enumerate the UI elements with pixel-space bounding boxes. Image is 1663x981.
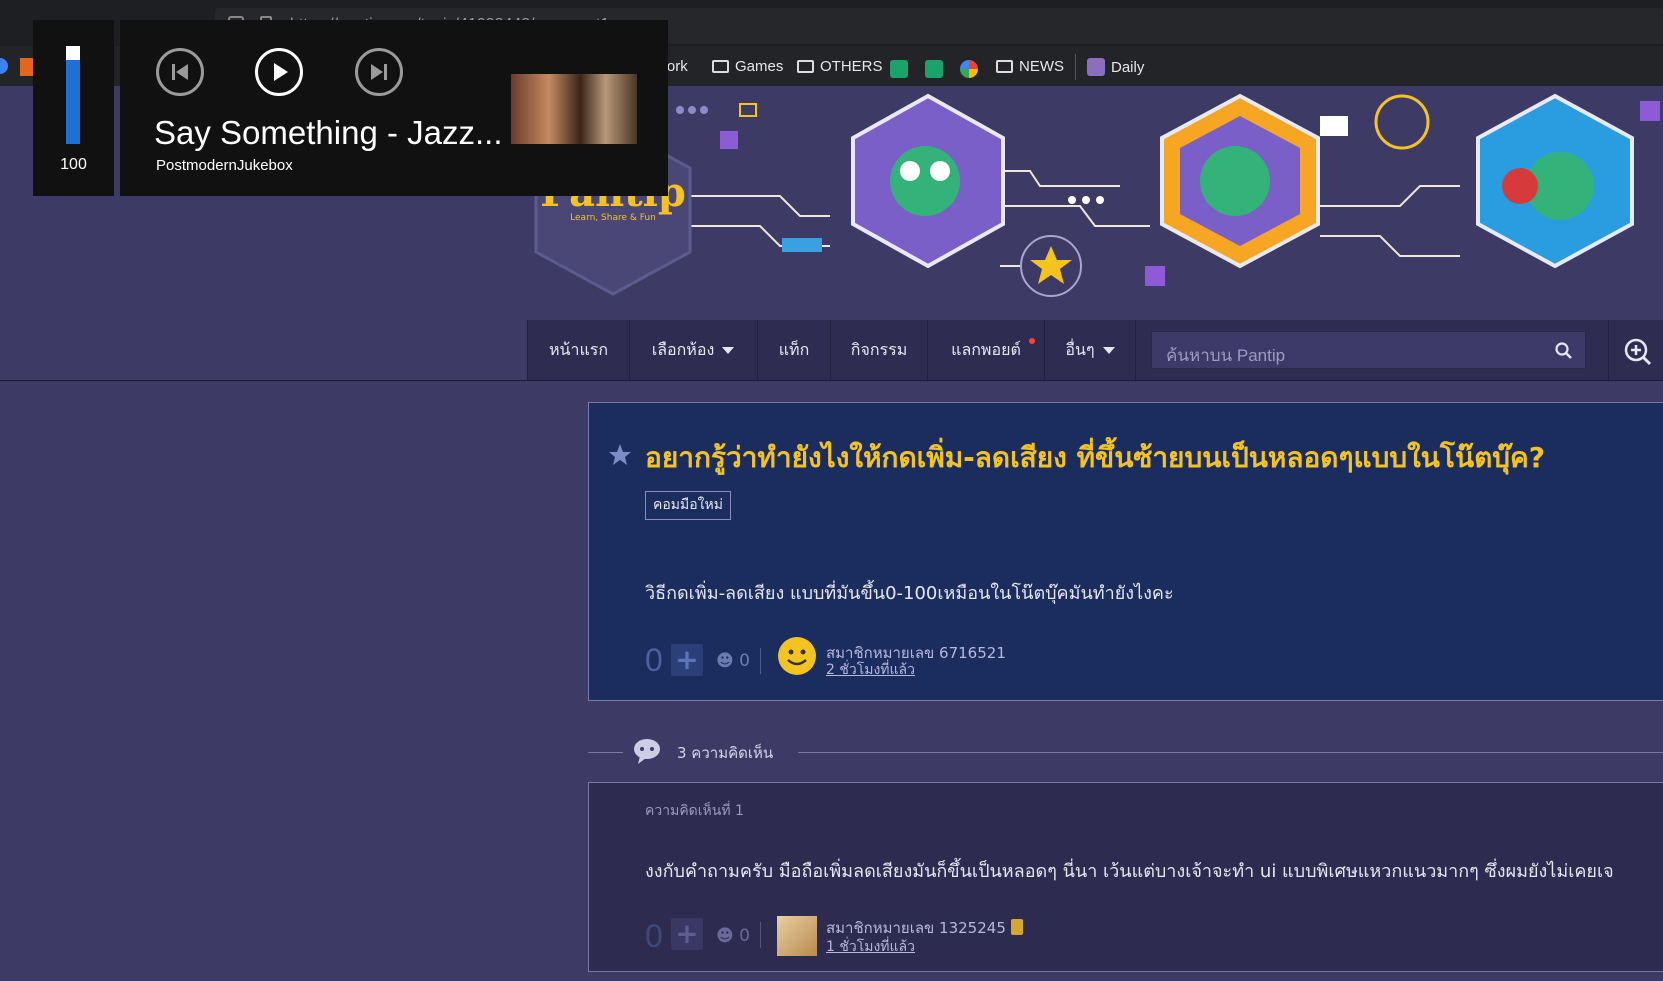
daily-favicon-icon — [1087, 58, 1105, 76]
search-placeholder: ค้นหาบน Pantip — [1166, 346, 1286, 365]
emotion-button[interactable]: ☻ 0 — [716, 926, 750, 946]
bookmark-games[interactable]: Games — [712, 58, 783, 75]
emotion-icon: ☻ — [716, 651, 734, 671]
vote-plus-button[interactable]: + — [671, 644, 703, 676]
comment-time[interactable]: 1 ชั่วโมงที่แล้ว — [826, 936, 915, 958]
nav-choose-room[interactable]: เลือกห้อง — [629, 320, 758, 380]
folder-icon — [996, 60, 1013, 73]
previous-track-button[interactable] — [156, 48, 204, 96]
album-art — [511, 74, 637, 144]
google-icon[interactable] — [960, 60, 978, 78]
avatar-smiley-icon[interactable] — [777, 636, 817, 676]
nav-label: กิจกรรม — [850, 340, 908, 359]
nav-activities[interactable]: กิจกรรม — [831, 320, 928, 380]
bookmark-daily[interactable]: Daily — [1087, 58, 1144, 76]
track-title: Say Something - Jazz... — [154, 114, 503, 151]
nav-home[interactable]: หน้าแรก — [527, 320, 630, 380]
bookmark-favicon-icon[interactable] — [925, 60, 943, 78]
volume-slider-thumb[interactable] — [66, 46, 80, 60]
favorite-star-icon[interactable] — [607, 442, 633, 468]
topic-body: วิธีกดเพิ่ม-ลดเสียง แบบที่มันขึ้น0-100เห… — [645, 583, 1174, 604]
emotion-icon: ☻ — [716, 926, 734, 946]
topic-tag[interactable]: คอมมือใหม่ — [645, 491, 731, 520]
nav-more[interactable]: อื่นๆ — [1045, 320, 1136, 380]
volume-level: 100 — [60, 156, 87, 173]
emotion-button[interactable]: ☻ 0 — [716, 651, 750, 671]
nav-label: แท็ก — [778, 340, 810, 359]
track-artist: PostmodernJukebox — [156, 157, 293, 174]
comments-divider — [798, 752, 1663, 753]
vote-score: 0 — [645, 642, 663, 678]
badge-icon — [1011, 919, 1023, 935]
play-icon — [274, 63, 288, 81]
comment-body: งงกับคำถามครับ มือถือเพิ่มลดเสียงมันก็ขึ… — [645, 861, 1614, 882]
folder-icon — [712, 60, 729, 73]
comments-bubble-icon — [634, 739, 660, 764]
nav-tags[interactable]: แท็ก — [758, 320, 831, 380]
bookmark-favicon-icon[interactable] — [890, 60, 908, 78]
search-icon[interactable] — [1554, 341, 1574, 361]
notification-dot — [1029, 338, 1035, 344]
comments-count: 3 ความคิดเห็น — [677, 744, 774, 762]
bookmark-divider — [1075, 54, 1076, 80]
topic-title: อยากรู้ว่าทำยังไงให้กดเพิ่ม-ลดเสียง ที่ข… — [645, 441, 1546, 474]
nav-redeem-points[interactable]: แลกพอยต์ — [928, 320, 1045, 380]
nav-separator — [1608, 320, 1609, 380]
bookmark-label: OTHERS — [820, 58, 883, 75]
next-track-button[interactable] — [355, 48, 403, 96]
logo-tagline: Learn, Share & Fun — [570, 213, 656, 223]
nav-label: อื่นๆ — [1065, 340, 1095, 359]
bookmark-news[interactable]: NEWS — [996, 58, 1064, 75]
nav-label: หน้าแรก — [548, 340, 609, 359]
nav-label: เลือกห้อง — [651, 340, 715, 359]
previous-icon — [172, 64, 188, 80]
vote-score: 0 — [645, 918, 663, 954]
chevron-down-icon — [722, 347, 735, 354]
emotion-count: 0 — [739, 926, 750, 946]
vote-plus-button[interactable]: + — [671, 918, 703, 950]
bookmark-label: Games — [735, 58, 784, 75]
play-button[interactable] — [255, 48, 303, 96]
emotion-count: 0 — [739, 651, 750, 671]
divider — [760, 648, 761, 674]
avatar[interactable] — [777, 916, 817, 956]
bookmark-label: NEWS — [1019, 58, 1064, 75]
nav-divider — [0, 380, 1663, 381]
divider — [760, 922, 761, 948]
bookmark-label: Daily — [1111, 58, 1145, 76]
new-topic-icon[interactable] — [1624, 338, 1652, 366]
bookmark-others[interactable]: OTHERS — [797, 58, 883, 75]
post-time[interactable]: 2 ชั่วโมงที่แล้ว — [826, 659, 915, 681]
chevron-down-icon — [1102, 347, 1115, 354]
comment-number: ความคิดเห็นที่ 1 — [645, 803, 744, 819]
nav-label: แลกพอยต์ — [951, 340, 1021, 359]
volume-slider[interactable] — [66, 46, 80, 144]
folder-icon — [797, 60, 814, 73]
comments-divider — [588, 752, 623, 753]
next-icon — [371, 64, 387, 80]
